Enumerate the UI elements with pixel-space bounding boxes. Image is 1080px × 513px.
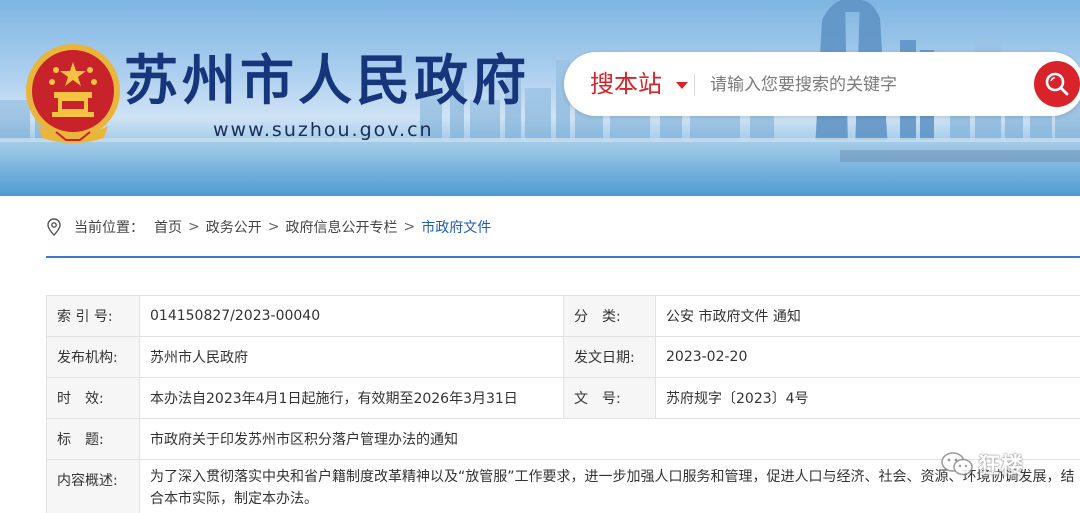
breadcrumb: 当前位置： 首页 > 政务公开 > 政府信息公开专栏 > 市政府文件 <box>46 216 491 238</box>
location-pin-icon <box>47 218 61 236</box>
breadcrumb-gov-affairs[interactable]: 政务公开 <box>206 217 262 237</box>
search-scope-dropdown[interactable]: 搜本站 <box>590 66 662 102</box>
title-value: 市政府关于印发苏州市区积分落户管理办法的通知 <box>139 418 1080 460</box>
index-label: 索 引 号: <box>46 295 140 337</box>
breadcrumb-label: 当前位置： <box>74 220 144 236</box>
header-banner: 苏州市人民政府 www.suzhou.gov.cn 搜本站 <box>0 0 1080 196</box>
watermark: 狂楼 <box>940 448 1024 480</box>
breadcrumb-separator: > <box>188 219 200 235</box>
watermark-text: 狂楼 <box>978 454 1025 479</box>
docno-label: 文 号: <box>563 377 656 419</box>
wechat-icon <box>941 452 973 476</box>
breadcrumb-separator: > <box>267 219 280 235</box>
search-input[interactable] <box>710 68 1010 102</box>
search-divider <box>694 74 695 96</box>
table-row: 发布机构: 苏州市人民政府 发文日期: 2023-02-20 <box>46 336 1080 378</box>
breadcrumb-info-disclosure[interactable]: 政府信息公开专栏 <box>285 217 397 237</box>
site-url: www.suzhou.gov.cn <box>213 119 434 141</box>
table-row: 内容概述: 为了深入贯彻落实中央和省户籍制度改革精神以及“放管服”工作要求，进一… <box>46 459 1080 513</box>
table-row: 标 题: 市政府关于印发苏州市区积分落户管理办法的通知 <box>46 418 1080 460</box>
search-button[interactable] <box>1034 61 1080 107</box>
summary-value: 为了深入贯彻落实中央和省户籍制度改革精神以及“放管服”工作要求，进一步加强人口服… <box>139 459 1080 513</box>
summary-label: 内容概述: <box>46 459 140 513</box>
category-value: 公安 市政府文件 通知 <box>655 295 1080 337</box>
search-icon <box>1045 72 1069 96</box>
site-title[interactable]: 苏州市人民政府 <box>124 50 530 112</box>
validity-value: 本办法自2023年4月1日起施行，有效期至2026年3月31日 <box>139 377 564 419</box>
docno-value: 苏府规字〔2023〕4号 <box>655 377 1080 419</box>
index-value: 014150827/2023-00040 <box>139 295 564 337</box>
breadcrumb-divider <box>46 256 1080 258</box>
breadcrumb-separator: > <box>403 219 416 235</box>
date-label: 发文日期: <box>563 336 656 378</box>
category-label: 分 类: <box>563 295 656 337</box>
table-row: 时 效: 本办法自2023年4月1日起施行，有效期至2026年3月31日 文 号… <box>46 377 1080 419</box>
search-bar: 搜本站 <box>564 52 1080 116</box>
breadcrumb-home[interactable]: 首页 <box>154 217 182 237</box>
title-label: 标 题: <box>46 418 140 460</box>
table-row: 索 引 号: 014150827/2023-00040 分 类: 公安 市政府文… <box>46 295 1080 337</box>
issuer-value: 苏州市人民政府 <box>139 336 564 378</box>
chevron-down-icon[interactable] <box>676 82 688 89</box>
validity-label: 时 效: <box>46 377 140 419</box>
issuer-label: 发布机构: <box>46 336 140 378</box>
document-info-table: 索 引 号: 014150827/2023-00040 分 类: 公安 市政府文… <box>46 295 1080 513</box>
national-emblem-icon <box>26 44 120 143</box>
date-value: 2023-02-20 <box>655 336 1080 378</box>
breadcrumb-current[interactable]: 市政府文件 <box>421 217 491 237</box>
